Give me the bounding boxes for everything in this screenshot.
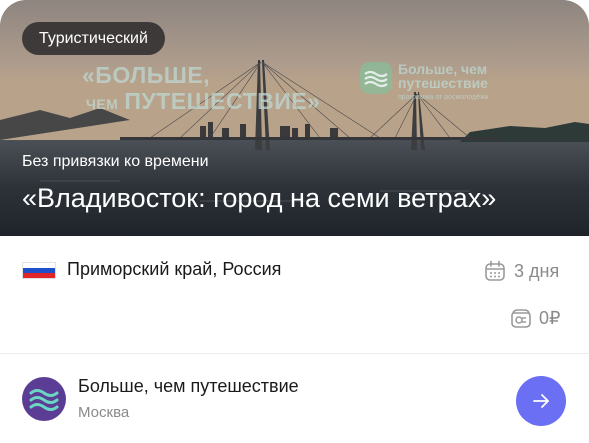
price-label: 0₽ (539, 308, 561, 328)
hero-image[interactable]: Туристический «БОЛЬШЕ, ЧЕМ ПУТЕШЕСТВИЕ» Б… (0, 0, 589, 236)
arrow-right-icon (533, 394, 549, 408)
russia-flag-icon (22, 262, 56, 279)
organizer-city: Москва (78, 404, 130, 421)
tour-card[interactable]: Туристический «БОЛЬШЕ, ЧЕМ ПУТЕШЕСТВИЕ» Б… (0, 0, 589, 443)
promo-brand-line1: Больше, чем (398, 61, 488, 77)
divider (0, 353, 589, 354)
promo-slogan-line1: «БОЛЬШЕ, (82, 62, 211, 88)
category-chip[interactable]: Туристический (22, 22, 165, 55)
promo-slogan-big: ПУТЕШЕСТВИЕ» (124, 88, 321, 114)
calendar-icon (485, 260, 505, 281)
promo-brand-line2: путешествие (398, 75, 488, 91)
promo-slogan-small: ЧЕМ (86, 96, 119, 112)
promo-brand-line3: программа от росмолодёжи (398, 94, 489, 101)
open-tour-button[interactable] (516, 376, 566, 426)
duration-label: 3 дня (514, 261, 560, 281)
wallet-icon (511, 309, 531, 328)
schedule-note: Без привязки ко времени (22, 153, 209, 170)
brand-logo-icon (360, 62, 392, 94)
promo-slogan: «БОЛЬШЕ, ЧЕМ ПУТЕШЕСТВИЕ» (82, 62, 320, 117)
tour-title[interactable]: «Владивосток: город на семи ветрах» (22, 183, 496, 214)
promo-slogan-line2: ЧЕМ ПУТЕШЕСТВИЕ» (82, 88, 320, 117)
region-label: Приморский край, Россия (67, 259, 282, 279)
organizer-avatar[interactable] (22, 377, 66, 421)
organizer-name[interactable]: Больше, чем путешествие (78, 376, 299, 397)
